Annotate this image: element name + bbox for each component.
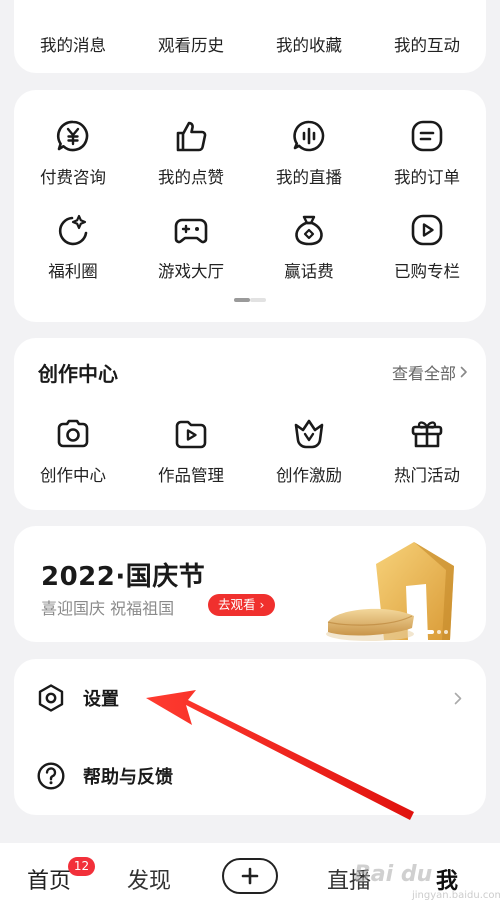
watch-history-item[interactable]: 观看历史 <box>132 22 250 56</box>
creator-incentive-label: 创作激励 <box>276 466 342 485</box>
my-messages-label: 我的消息 <box>40 36 106 55</box>
banner-subtitle: 喜迎国庆 祝福祖国 <box>41 599 175 618</box>
page-indicator-inactive <box>250 298 266 302</box>
my-orders-label: 我的订单 <box>394 168 460 187</box>
hot-events-label: 热门活动 <box>394 466 460 485</box>
my-messages-item[interactable]: 我的消息 <box>14 22 132 56</box>
chevron-right-icon <box>460 366 467 378</box>
watermark-text: Bai du <box>354 862 433 887</box>
money-bag-icon <box>295 215 323 246</box>
nav-discover[interactable]: 发现 <box>127 863 171 895</box>
hot-events-item[interactable]: 热门活动 <box>368 416 486 486</box>
watermark-url: jingyan.baidu.com <box>412 890 500 901</box>
purchased-columns-item[interactable]: 已购专栏 <box>368 212 486 282</box>
view-all-link[interactable]: 查看全部 <box>392 360 468 384</box>
watch-button-chevron-icon: › <box>259 597 265 612</box>
creator-center-item[interactable]: 创作中心 <box>14 416 132 486</box>
page-indicator-active <box>234 298 250 302</box>
home-notification-badge: 12 <box>68 857 95 876</box>
paid-consult-item[interactable]: 付费咨询 <box>14 118 132 188</box>
watch-button[interactable]: 去观看 › <box>208 594 275 616</box>
chevron-right-icon <box>454 692 462 704</box>
works-management-label: 作品管理 <box>158 466 224 485</box>
my-orders-item[interactable]: 我的订单 <box>368 118 486 188</box>
my-favorites-item[interactable]: 我的收藏 <box>250 22 368 56</box>
watch-history-label: 观看历史 <box>158 36 224 55</box>
game-hall-label: 游戏大厅 <box>158 262 224 281</box>
camera-icon <box>57 419 89 448</box>
view-all-label: 查看全部 <box>391 364 456 383</box>
creator-center-card: 创作中心 查看全部 创作中心 作品管理 创作激励 热门活动 <box>14 338 486 510</box>
page-indicator <box>234 298 266 302</box>
watch-button-label: 去观看 <box>218 597 256 612</box>
banner-carousel-dots <box>424 630 462 634</box>
quick-links-card: 我的消息 观看历史 我的收藏 我的互动 <box>14 0 486 73</box>
gift-icon <box>411 421 443 448</box>
my-live-item[interactable]: 我的直播 <box>250 118 368 188</box>
paid-consult-label: 付费咨询 <box>40 168 106 187</box>
promo-banner[interactable]: 2022·国庆节 喜迎国庆 祝福祖国 去观看 › <box>14 526 486 642</box>
my-live-label: 我的直播 <box>276 168 342 187</box>
national-day-illustration <box>326 542 454 641</box>
win-phone-credit-label: 赢话费 <box>284 262 334 281</box>
my-likes-label: 我的点赞 <box>158 168 224 187</box>
creator-center-title: 创作中心 <box>38 362 118 386</box>
win-phone-credit-item[interactable]: 赢话费 <box>250 212 368 282</box>
services-card: 付费咨询 我的点赞 我的直播 我的订单 福利圈 游戏大厅 赢话费 已购专栏 <box>14 90 486 322</box>
my-favorites-label: 我的收藏 <box>276 36 342 55</box>
plus-icon <box>241 867 259 885</box>
settings-row[interactable]: 设置 <box>14 663 486 733</box>
gamepad-icon <box>174 218 208 244</box>
purchased-column-icon <box>411 214 443 246</box>
my-interactions-item[interactable]: 我的互动 <box>368 22 486 56</box>
yuan-chat-icon <box>56 120 89 152</box>
order-icon <box>411 120 443 152</box>
crown-icon <box>294 419 324 449</box>
works-folder-icon <box>175 420 207 449</box>
banner-title: 2022·国庆节 <box>41 562 206 592</box>
moon-star-icon <box>58 214 88 246</box>
settings-card: 设置 帮助与反馈 <box>14 659 486 815</box>
help-feedback-label: 帮助与反馈 <box>83 767 173 788</box>
purchased-columns-label: 已购专栏 <box>394 262 460 281</box>
game-hall-item[interactable]: 游戏大厅 <box>132 212 250 282</box>
settings-gear-icon <box>38 684 64 712</box>
welfare-circle-item[interactable]: 福利圈 <box>14 212 132 282</box>
creator-incentive-item[interactable]: 创作激励 <box>250 416 368 486</box>
help-question-icon <box>37 762 65 790</box>
help-feedback-row[interactable]: 帮助与反馈 <box>14 741 486 811</box>
creator-center-label: 创作中心 <box>40 466 106 485</box>
works-management-item[interactable]: 作品管理 <box>132 416 250 486</box>
my-interactions-label: 我的互动 <box>394 36 460 55</box>
thumbs-up-icon <box>176 121 207 152</box>
welfare-circle-label: 福利圈 <box>48 262 98 281</box>
my-likes-item[interactable]: 我的点赞 <box>132 118 250 188</box>
nav-home[interactable]: 首页 <box>27 863 71 895</box>
home-indicator-area <box>0 908 500 912</box>
create-post-button[interactable] <box>222 858 278 894</box>
settings-label: 设置 <box>83 689 119 710</box>
live-voice-icon <box>293 120 325 152</box>
